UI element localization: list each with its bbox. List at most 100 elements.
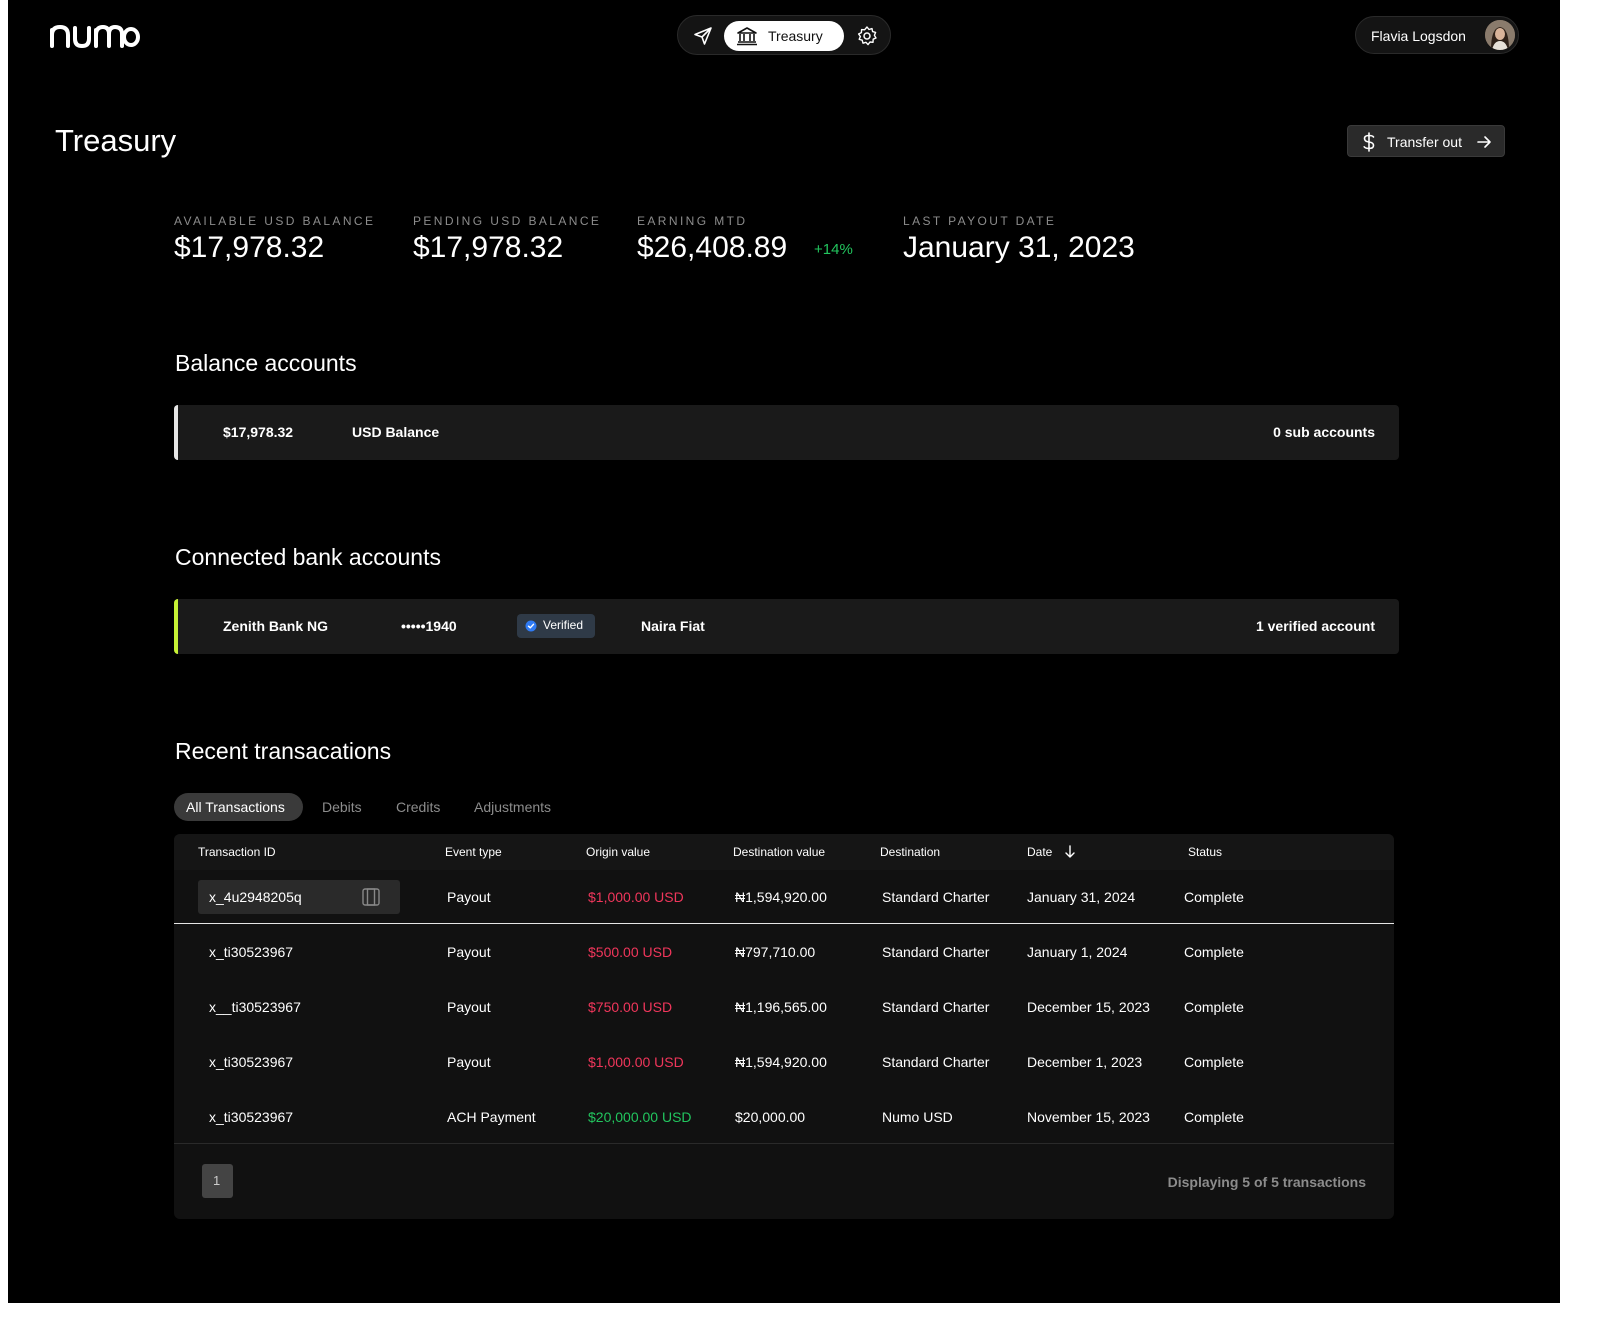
page-title: Treasury [55, 123, 177, 158]
row-accent-bar [174, 599, 178, 654]
col-transaction-id[interactable]: Transaction ID [198, 845, 276, 859]
app-window: Treasury Flavia Logsdon Treasury Transfe… [8, 0, 1560, 1303]
balance-accounts-title: Balance accounts [175, 350, 357, 376]
cell-date: January 31, 2024 [1027, 889, 1136, 905]
cell-origin-value: $750.00 USD [588, 999, 673, 1015]
balance-account-row[interactable]: $17,978.32 USD Balance 0 sub accounts [174, 405, 1399, 460]
verified-badge: Verified [517, 614, 595, 638]
cell-origin-value: $1,000.00 USD [588, 889, 684, 905]
account-currency: Naira Fiat [641, 618, 705, 634]
transfer-out-label: Transfer out [1387, 134, 1462, 150]
cell-transaction-id: x_ti30523967 [209, 944, 294, 960]
user-name: Flavia Logsdon [1371, 28, 1466, 44]
cell-date: December 15, 2023 [1027, 999, 1150, 1015]
page-number: 1 [213, 1173, 221, 1188]
cell-date: January 1, 2024 [1027, 944, 1128, 960]
cell-origin-value: $20,000.00 USD [588, 1109, 692, 1125]
bank-accounts-title: Connected bank accounts [175, 544, 441, 570]
stat-value-earning: $26,408.89 [637, 231, 788, 264]
cell-destination-value: ₦1,594,920.00 [735, 1054, 827, 1070]
cell-transaction-id: x__ti30523967 [209, 999, 301, 1015]
cell-event-type: Payout [447, 944, 491, 960]
table-header: Transaction ID Event type Origin value D… [174, 834, 1394, 870]
cell-destination-value: $20,000.00 [735, 1109, 806, 1125]
cell-date: November 15, 2023 [1027, 1109, 1150, 1125]
avatar [1485, 20, 1515, 50]
bank-icon [737, 27, 757, 46]
cell-date: December 1, 2023 [1027, 1054, 1143, 1070]
cell-destination-value: ₦1,196,565.00 [735, 999, 827, 1015]
arrow-right-icon [1477, 136, 1491, 148]
stat-label-last-payout: LAST PAYOUT DATE [903, 214, 1057, 228]
col-date[interactable]: Date [1027, 845, 1052, 859]
stat-value-last-payout: January 31, 2023 [903, 231, 1135, 264]
selected-row-divider [174, 923, 1394, 924]
tab-label: Credits [396, 799, 441, 815]
cell-destination: Numo USD [882, 1109, 953, 1125]
cell-origin-value: $1,000.00 USD [588, 1054, 684, 1070]
tab-debits[interactable]: Debits [322, 793, 372, 821]
send-icon[interactable] [692, 25, 714, 47]
tab-label: Adjustments [474, 799, 552, 815]
stat-label-available: AVAILABLE USD BALANCE [174, 214, 376, 228]
user-menu[interactable]: Flavia Logsdon [1355, 16, 1519, 54]
cell-destination: Standard Charter [882, 1054, 990, 1070]
cell-origin-value: $500.00 USD [588, 944, 673, 960]
cell-status: Complete [1184, 1054, 1244, 1070]
row-accent-bar [174, 405, 178, 460]
tab-adjustments[interactable]: Adjustments [474, 793, 560, 821]
balance-amount: $17,978.32 [223, 424, 294, 440]
cell-event-type: Payout [447, 889, 491, 905]
cell-destination-value: ₦1,594,920.00 [735, 889, 827, 905]
gear-icon[interactable] [856, 25, 878, 47]
table-row[interactable]: x_ti30523967 Payout $1,000.00 USD ₦1,594… [174, 1035, 1394, 1090]
cell-event-type: Payout [447, 999, 491, 1015]
col-origin-value[interactable]: Origin value [586, 845, 650, 859]
tab-label: All Transactions [186, 799, 285, 815]
sub-accounts-count: 0 sub accounts [1273, 424, 1375, 440]
tab-all-transactions[interactable]: All Transactions [174, 793, 303, 821]
verified-label: Verified [543, 618, 584, 632]
cell-status: Complete [1184, 999, 1244, 1015]
copy-icon[interactable] [362, 888, 380, 906]
numo-logo[interactable] [48, 18, 140, 52]
stat-label-earning: EARNING MTD [637, 214, 748, 228]
table-row[interactable]: x__ti30523967 Payout $750.00 USD ₦1,196,… [174, 980, 1394, 1035]
cell-status: Complete [1184, 1109, 1244, 1125]
stat-label-pending: PENDING USD BALANCE [413, 214, 602, 228]
pagination-summary: Displaying 5 of 5 transactions [1167, 1174, 1366, 1190]
verified-check-icon [525, 620, 537, 632]
col-event-type[interactable]: Event type [445, 845, 502, 859]
cell-transaction-id: x_4u2948205q [209, 889, 302, 905]
col-destination[interactable]: Destination [880, 845, 940, 859]
bank-account-row[interactable]: Zenith Bank NG •••••1940 Verified Naira … [174, 599, 1399, 654]
transactions-title: Recent transacations [175, 738, 392, 764]
col-destination-value[interactable]: Destination value [733, 845, 825, 859]
cell-destination: Standard Charter [882, 999, 990, 1015]
nav-tab-treasury[interactable]: Treasury [724, 21, 844, 51]
cell-status: Complete [1184, 889, 1244, 905]
bank-name: Zenith Bank NG [223, 618, 329, 634]
col-status[interactable]: Status [1188, 845, 1222, 859]
tab-credits[interactable]: Credits [396, 793, 446, 821]
verified-account-count: 1 verified account [1255, 618, 1375, 634]
arrow-down-icon[interactable] [1064, 845, 1076, 859]
table-row[interactable]: x_4u2948205q Payout $1,000.00 USD ₦1,594… [174, 870, 1394, 925]
transactions-table: Transaction ID Event type Origin value D… [174, 834, 1394, 1219]
earning-change-badge: +14% [814, 241, 853, 258]
pagination-page-button[interactable]: 1 [202, 1164, 233, 1198]
cell-destination: Standard Charter [882, 889, 990, 905]
stat-value-pending: $17,978.32 [413, 231, 564, 264]
cell-transaction-id: x_ti30523967 [209, 1054, 294, 1070]
table-footer-divider [174, 1143, 1394, 1144]
balance-name: USD Balance [352, 424, 440, 440]
table-row[interactable]: x_ti30523967 ACH Payment $20,000.00 USD … [174, 1090, 1394, 1145]
tab-label: Debits [322, 799, 362, 815]
nav-tab-label: Treasury [768, 28, 823, 44]
transfer-out-button[interactable]: Transfer out [1347, 125, 1505, 157]
main-nav: Treasury [677, 15, 891, 55]
cell-event-type: ACH Payment [447, 1109, 536, 1125]
table-row[interactable]: x_ti30523967 Payout $500.00 USD ₦797,710… [174, 925, 1394, 980]
cell-destination: Standard Charter [882, 944, 990, 960]
cell-destination-value: ₦797,710.00 [735, 944, 816, 960]
